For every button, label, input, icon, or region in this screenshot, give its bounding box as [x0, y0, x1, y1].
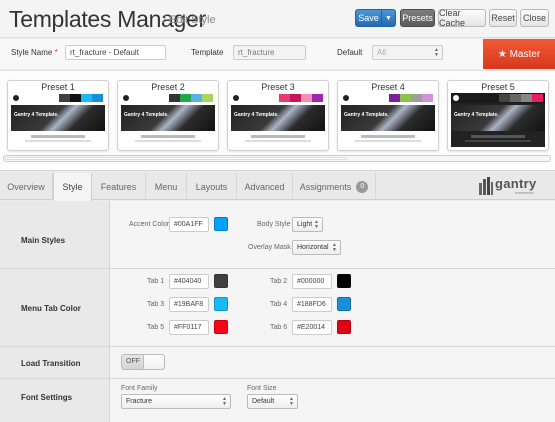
- preset-thumbnail: Gantry 4 Template.: [231, 93, 325, 147]
- master-button[interactable]: ★ Master: [483, 39, 555, 69]
- tab6-color-input[interactable]: #E20014: [292, 320, 332, 335]
- font-family-value: Fracture: [126, 398, 153, 405]
- tab5-color-swatch[interactable]: [214, 320, 228, 334]
- tab-advanced[interactable]: Advanced: [237, 173, 293, 200]
- preset-card-5[interactable]: Preset 5 Gantry 4 Template.: [447, 80, 549, 151]
- preset-label: Preset 2: [151, 82, 185, 92]
- font-family-label: Font Family: [121, 385, 158, 392]
- select-arrows-icon: ▲ ▼: [434, 47, 439, 58]
- template-input: rt_fracture: [233, 45, 306, 60]
- page-subtitle: / Edit Style: [163, 14, 216, 26]
- menu-tab-color-title: Menu Tab Color: [21, 304, 81, 313]
- preset-card-3[interactable]: Preset 3 Gantry 4 Template.: [227, 80, 329, 151]
- font-size-value: Default: [252, 398, 275, 405]
- tab4-color-input[interactable]: #188FD6: [292, 297, 332, 312]
- preset-hero-text: Gantry 4 Template.: [454, 112, 499, 118]
- tab-assignments[interactable]: Assignments 0: [293, 173, 376, 200]
- clear-cache-button[interactable]: Clear Cache: [438, 8, 486, 28]
- preset-card-4[interactable]: Preset 4 Gantry 4 Template.: [337, 80, 439, 151]
- save-dropdown-toggle[interactable]: ▼: [381, 9, 396, 27]
- body-style-value: Light: [297, 221, 313, 228]
- tab3-label: Tab 3: [147, 301, 165, 308]
- font-size-select[interactable]: Default ▲ ▼: [247, 394, 298, 409]
- preset-thumbnail: Gantry 4 Template.: [341, 93, 435, 147]
- body-style-label: Body Style: [257, 221, 291, 228]
- tab-menu[interactable]: Menu: [146, 173, 187, 200]
- load-transition-title: Load Transition: [21, 359, 81, 368]
- close-button[interactable]: Close: [520, 9, 549, 27]
- tab6-label: Tab 6: [270, 324, 288, 331]
- tab2-label: Tab 2: [270, 278, 288, 285]
- template-label: Template: [191, 48, 224, 57]
- preset-thumbnail: Gantry 4 Template.: [451, 93, 545, 147]
- preset-hero-text: Gantry 4 Template.: [14, 112, 59, 118]
- preset-label: Preset 1: [41, 82, 75, 92]
- default-label: Default: [337, 48, 363, 57]
- toggle-state-label: OFF: [126, 358, 140, 365]
- presets-button[interactable]: Presets: [400, 9, 435, 27]
- preset-card-2[interactable]: Preset 2 Gantry 4 Template.: [117, 80, 219, 151]
- gantry-logo: gantry framework: [479, 176, 547, 196]
- overlay-mask-select[interactable]: Horizontal ▲ ▼: [292, 240, 341, 255]
- gantry-building-icon: [479, 177, 493, 195]
- brand-name: gantry: [495, 176, 537, 191]
- overlay-mask-value: Horizontal: [297, 244, 329, 251]
- preset-hero-text: Gantry 4 Template.: [124, 112, 169, 118]
- preset-label: Preset 4: [371, 82, 405, 92]
- style-name-label-text: Style Name: [11, 48, 53, 57]
- select-arrows-icon: ▲ ▼: [314, 219, 319, 230]
- preset-label: Preset 3: [261, 82, 295, 92]
- preset-hero-text: Gantry 4 Template.: [344, 112, 389, 118]
- scrollbar-thumb[interactable]: [5, 157, 347, 160]
- tab4-color-swatch[interactable]: [337, 297, 351, 311]
- tab6-color-swatch[interactable]: [337, 320, 351, 334]
- overlay-mask-label: Overlay Mask: [248, 244, 291, 251]
- tab-layouts[interactable]: Layouts: [187, 173, 237, 200]
- style-name-input[interactable]: rt_fracture - Default: [65, 45, 166, 60]
- caret-down-icon: ▼: [385, 14, 392, 22]
- tab1-color-swatch[interactable]: [214, 274, 228, 288]
- toggle-knob: [143, 355, 164, 369]
- tab2-color-input[interactable]: #000000: [292, 274, 332, 289]
- preset-thumbnail: Gantry 4 Template.: [11, 93, 105, 147]
- font-size-label: Font Size: [247, 385, 277, 392]
- font-family-select[interactable]: Fracture ▲ ▼: [121, 394, 231, 409]
- tab3-color-input[interactable]: #19BAF8: [169, 297, 209, 312]
- accent-color-label: Accent Color: [129, 221, 170, 228]
- body-style-select[interactable]: Light ▲ ▼: [292, 217, 323, 232]
- select-arrows-icon: ▲ ▼: [222, 396, 227, 407]
- default-select-value: All: [377, 48, 386, 57]
- tab1-color-input[interactable]: #404040: [169, 274, 209, 289]
- tab5-label: Tab 5: [147, 324, 165, 331]
- tab-overview[interactable]: Overview: [0, 173, 53, 200]
- preset-card-1[interactable]: Preset 1 Gantry 4 Template.: [7, 80, 109, 151]
- main-styles-title: Main Styles: [21, 236, 66, 245]
- default-select[interactable]: All ▲ ▼: [372, 45, 443, 60]
- save-button[interactable]: Save: [355, 9, 382, 27]
- style-name-label: Style Name *: [11, 48, 58, 57]
- select-arrows-icon: ▲ ▼: [332, 242, 337, 253]
- tab3-color-swatch[interactable]: [214, 297, 228, 311]
- presets-scrollbar[interactable]: [3, 155, 551, 162]
- preset-thumbnail: Gantry 4 Template.: [121, 93, 215, 147]
- load-transition-toggle[interactable]: OFF: [121, 354, 165, 370]
- tab-style[interactable]: Style: [53, 173, 92, 201]
- preset-label: Preset 5: [481, 82, 515, 92]
- required-mark: *: [54, 48, 58, 57]
- reset-button[interactable]: Reset: [489, 9, 517, 27]
- tab1-label: Tab 1: [147, 278, 165, 285]
- accent-color-input[interactable]: #00A1FF: [169, 217, 209, 232]
- section-label-column: [0, 201, 110, 268]
- tab5-color-input[interactable]: #FF0117: [169, 320, 209, 335]
- font-settings-title: Font Settings: [21, 393, 73, 402]
- tab4-label: Tab 4: [270, 301, 288, 308]
- tab-assignments-label: Assignments: [299, 181, 352, 192]
- select-arrows-icon: ▲ ▼: [289, 396, 294, 407]
- preset-hero-text: Gantry 4 Template.: [234, 112, 279, 118]
- tab-features[interactable]: Features: [92, 173, 146, 200]
- assignments-count-badge: 0: [356, 180, 369, 193]
- brand-tag: framework: [515, 190, 534, 195]
- tab2-color-swatch[interactable]: [337, 274, 351, 288]
- accent-color-swatch[interactable]: [214, 217, 228, 231]
